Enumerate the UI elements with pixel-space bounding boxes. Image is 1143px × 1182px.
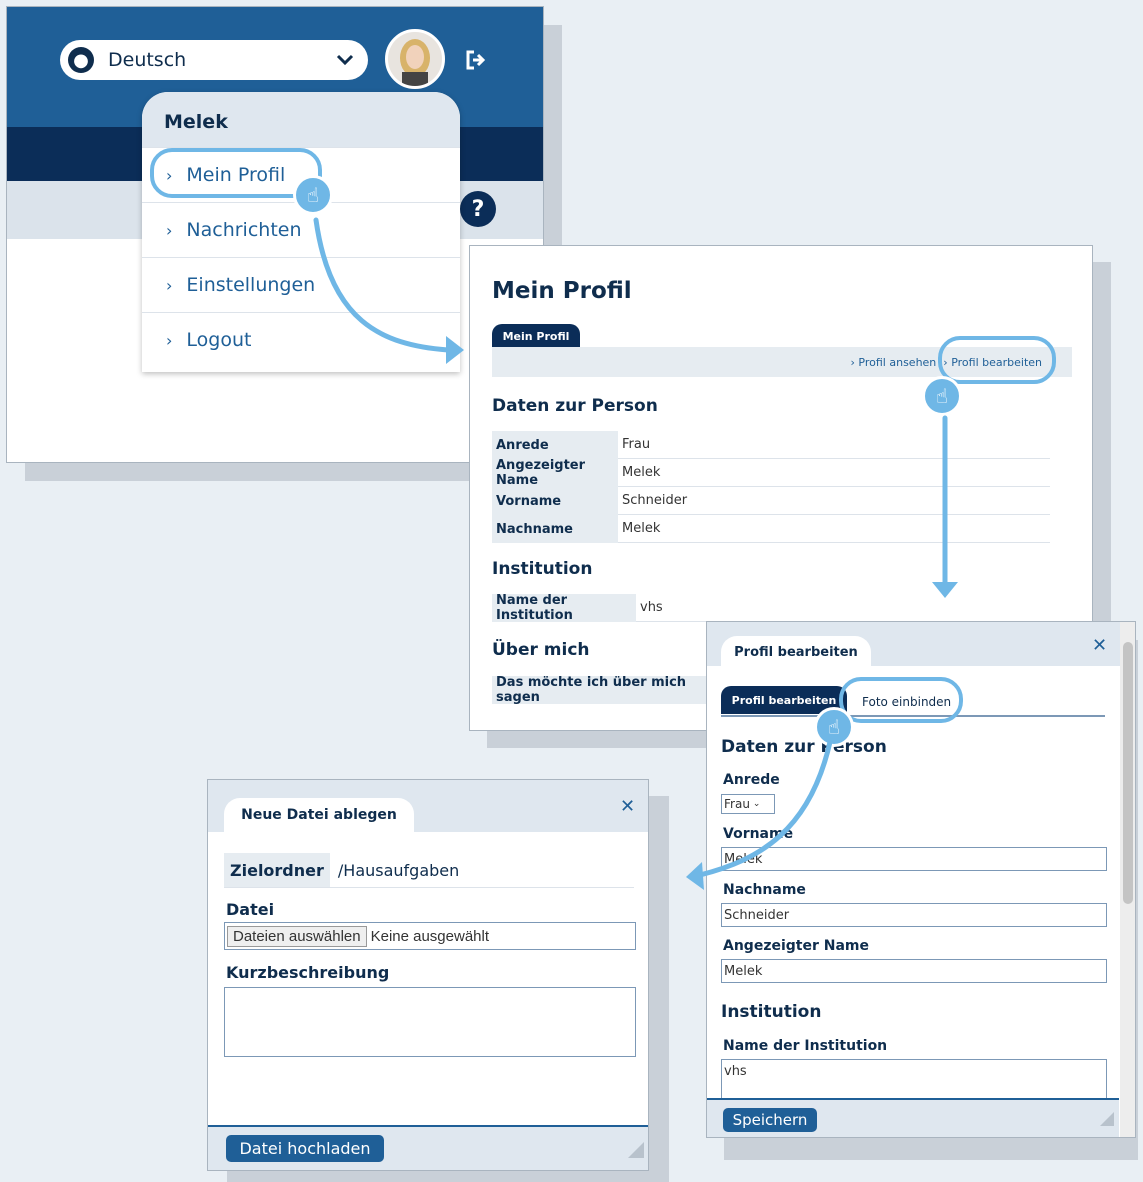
flow-arrows [313, 217, 958, 890]
